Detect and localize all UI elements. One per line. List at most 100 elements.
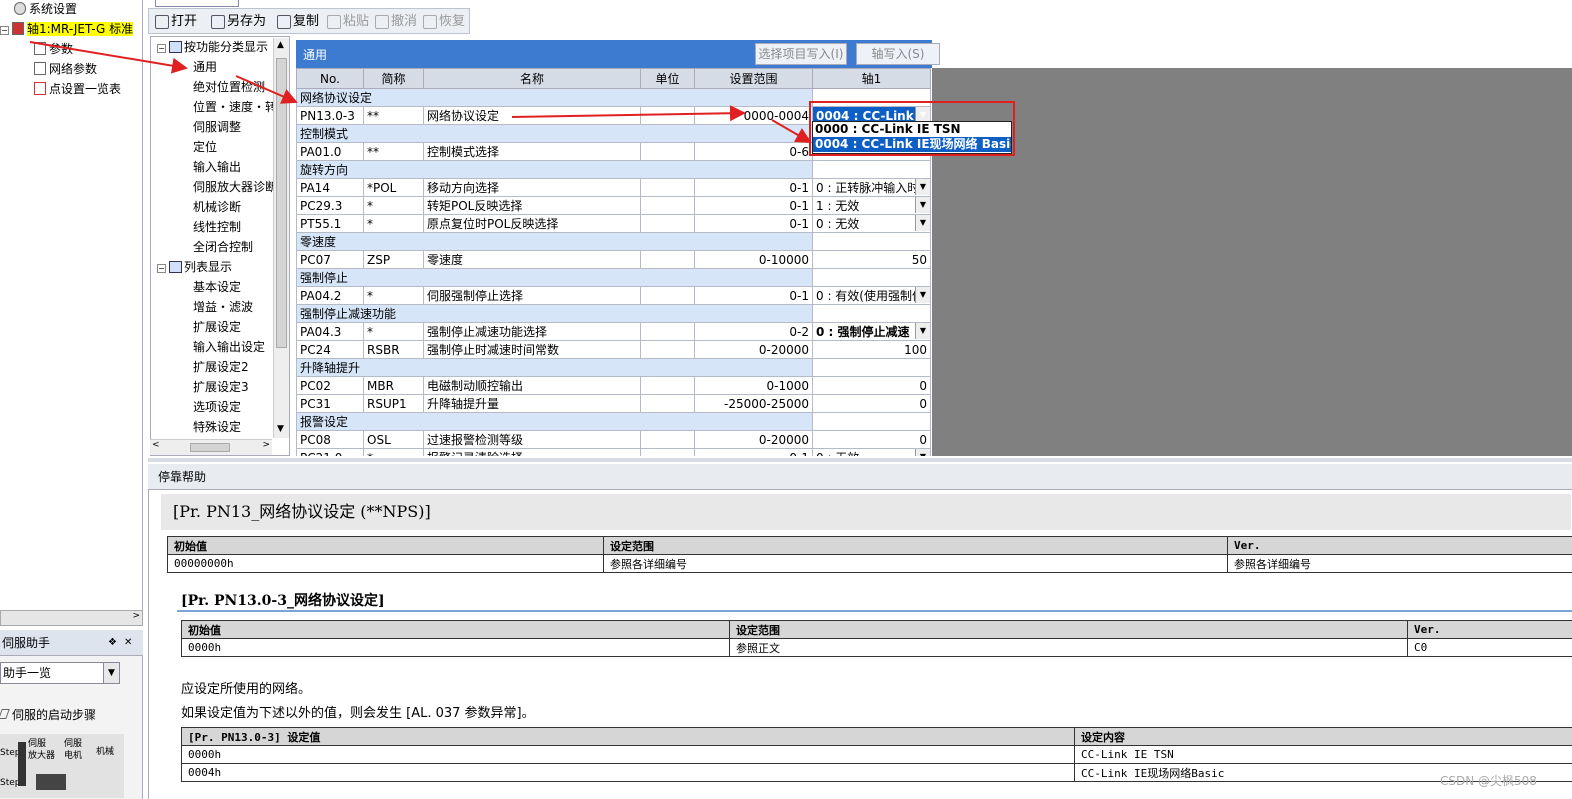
category-item[interactable]: 基本设定: [193, 277, 241, 297]
chevron-down-icon[interactable]: ▼: [915, 179, 930, 195]
table-row[interactable]: PC24 RSBR 强制停止时减速时间常数 0-20000 100: [296, 340, 931, 359]
scroll-left-icon[interactable]: <: [152, 440, 160, 450]
column-header[interactable]: No.: [296, 68, 364, 89]
select-write-button[interactable]: 选择项目写入(I): [755, 43, 847, 65]
open-button[interactable]: 打开: [153, 11, 197, 33]
column-header[interactable]: 设置范围: [694, 68, 813, 89]
assistant-select[interactable]: 助手一览 ▼: [0, 662, 120, 684]
scroll-down-icon[interactable]: ▼: [277, 424, 284, 434]
table-row[interactable]: PT55.1 * 原点复位时POL反映选择 0-1 0 : 无效 ▼: [296, 214, 931, 233]
tree-horizontal-scrollbar[interactable]: >: [0, 610, 143, 626]
splitter[interactable]: [148, 458, 1572, 462]
category-item[interactable]: 特殊设定: [193, 417, 241, 437]
chevron-down-icon[interactable]: ▼: [103, 663, 119, 683]
category-item[interactable]: 绝对位置检测: [193, 77, 265, 97]
axis1-value[interactable]: 0: [812, 376, 931, 395]
redo-button[interactable]: 恢复: [421, 11, 465, 33]
category-item[interactable]: 扩展设定2: [193, 357, 249, 377]
category-item[interactable]: 位置・速度・转: [193, 97, 277, 117]
axis1-value[interactable]: 0 : 强制停止减速 ▼: [812, 322, 931, 341]
column-header[interactable]: 名称: [423, 68, 641, 89]
category-item[interactable]: 选项设定: [193, 397, 241, 417]
collapse-icon[interactable]: −: [0, 26, 9, 35]
category-item[interactable]: 增益・滤波: [193, 297, 253, 317]
axis1-value[interactable]: 0 : 无效 ▼: [812, 214, 931, 233]
tree-item-axis1[interactable]: − 轴1:MR-JET-G 标准: [0, 20, 134, 38]
tree-item-point-table[interactable]: 点设置一览表: [34, 80, 121, 98]
param-no: PC02: [296, 376, 364, 395]
copy-button[interactable]: 复制: [275, 11, 319, 33]
category-group-by-function[interactable]: − 按功能分类显示: [157, 37, 268, 57]
table-row[interactable]: PA04.3 * 强制停止减速功能选择 0-2 0 : 强制停止减速 ▼: [296, 322, 931, 341]
group-label: 网络协议设定: [296, 88, 813, 107]
tree-item-network-params[interactable]: 网络参数: [34, 60, 97, 78]
chevron-down-icon[interactable]: ▼: [915, 197, 930, 213]
axis1-value[interactable]: 1 : 无效 ▼: [812, 196, 931, 215]
group-empty-cell: [812, 412, 931, 431]
category-item[interactable]: 全闭合控制: [193, 237, 253, 257]
category-vertical-scrollbar[interactable]: ▲ ▼: [273, 38, 289, 438]
param-name: 原点复位时POL反映选择: [423, 214, 641, 233]
param-name: 强制停止减速功能选择: [423, 322, 641, 341]
collapse-icon[interactable]: −: [157, 264, 166, 273]
category-item[interactable]: 输入输出: [193, 157, 241, 177]
tree-item-parameters[interactable]: 参数: [34, 40, 73, 58]
list-icon: [169, 41, 182, 53]
help-paragraph: 如果设定值为下述以外的值，则会发生 [AL. 037 参数异常]。: [181, 706, 535, 721]
column-header[interactable]: 轴1: [812, 68, 931, 89]
param-unit: [640, 142, 695, 161]
scroll-thumb[interactable]: [190, 443, 230, 452]
column-header[interactable]: 单位: [640, 68, 695, 89]
save-as-button[interactable]: 另存为: [209, 11, 266, 33]
table-row[interactable]: PC29.3 * 转矩POL反映选择 0-1 1 : 无效 ▼: [296, 196, 931, 215]
table-row[interactable]: PC08 OSL 过速报警检测等级 0-20000 0: [296, 430, 931, 449]
category-item[interactable]: 扩展设定: [193, 317, 241, 337]
axis1-value[interactable]: 0 : 无效 ▼: [812, 448, 931, 456]
table-row[interactable]: PA14 *POL 移动方向选择 0-1 0 : 正转脉冲输入时 ▼: [296, 178, 931, 197]
category-label: 定位: [193, 140, 218, 154]
axis1-value[interactable]: 0 : 正转脉冲输入时 ▼: [812, 178, 931, 197]
category-horizontal-scrollbar[interactable]: < >: [150, 439, 272, 455]
axis1-value[interactable]: 50: [812, 250, 931, 269]
scroll-right-icon[interactable]: >: [132, 611, 140, 621]
chevron-down-icon[interactable]: ▼: [915, 215, 930, 231]
axis-write-button[interactable]: 轴写入(S): [856, 43, 940, 65]
group-empty-cell: [812, 358, 931, 377]
chevron-down-icon[interactable]: ▼: [915, 287, 930, 303]
category-item[interactable]: 定位: [193, 137, 217, 157]
category-item[interactable]: 扩展设定3: [193, 377, 249, 397]
paste-button[interactable]: 粘贴: [325, 11, 369, 33]
param-abbr: RSBR: [363, 340, 424, 359]
param-name: 报警记录清除选择: [423, 448, 641, 456]
axis1-value[interactable]: 0: [812, 394, 931, 413]
column-header[interactable]: 简称: [363, 68, 424, 89]
param-no: PC21.0: [296, 448, 364, 456]
table-row[interactable]: PC31 RSUP1 升降轴提升量 -25000-25000 0: [296, 394, 931, 413]
pin-icon[interactable]: ❖: [108, 630, 117, 656]
undo-button[interactable]: 撤消: [373, 11, 417, 33]
chevron-down-icon[interactable]: ▼: [915, 449, 930, 456]
collapse-icon[interactable]: −: [157, 44, 166, 53]
category-item[interactable]: 输入输出设定: [193, 337, 265, 357]
table-row[interactable]: PC07 ZSP 零速度 0-10000 50: [296, 250, 931, 269]
category-group-list[interactable]: − 列表显示: [157, 257, 232, 277]
axis1-value[interactable]: 100: [812, 340, 931, 359]
table-row[interactable]: PC02 MBR 电磁制动顺控输出 0-1000 0: [296, 376, 931, 395]
param-abbr: ZSP: [363, 250, 424, 269]
scroll-up-icon[interactable]: ▲: [277, 40, 284, 50]
category-item[interactable]: 线性控制: [193, 217, 241, 237]
startup-steps-link[interactable]: 伺服的启动步骤: [0, 706, 96, 723]
close-icon[interactable]: ✕: [124, 630, 132, 656]
axis1-value[interactable]: 0 : 有效(使用强制停 ▼: [812, 286, 931, 305]
category-item[interactable]: 伺服调整: [193, 117, 241, 137]
category-item[interactable]: 机械诊断: [193, 197, 241, 217]
scroll-right-icon[interactable]: >: [262, 440, 270, 450]
table-row[interactable]: PA04.2 * 伺服强制停止选择 0-1 0 : 有效(使用强制停 ▼: [296, 286, 931, 305]
table-row[interactable]: PC21.0*报警记录清除选择 0-10 : 无效 ▼: [296, 448, 931, 456]
category-item[interactable]: 通用: [193, 57, 217, 77]
chevron-down-icon[interactable]: ▼: [915, 323, 930, 339]
scroll-thumb[interactable]: [276, 58, 287, 348]
tree-item-system-settings[interactable]: 系统设置: [14, 0, 77, 18]
axis1-value[interactable]: 0: [812, 430, 931, 449]
category-item[interactable]: 伺服放大器诊断: [193, 177, 277, 197]
